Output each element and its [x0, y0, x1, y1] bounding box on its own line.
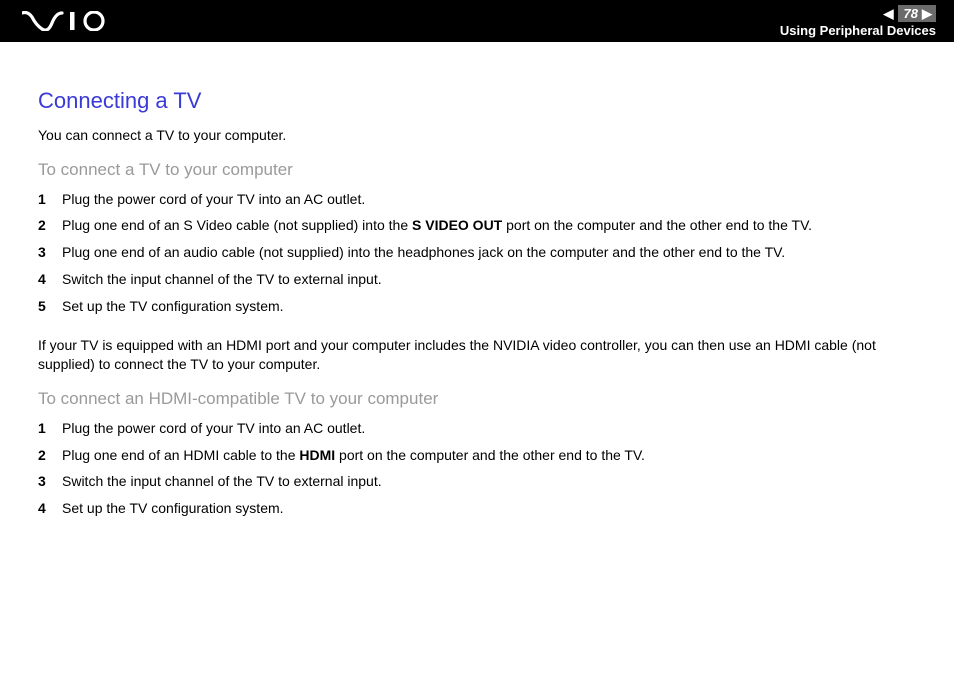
- section-name: Using Peripheral Devices: [780, 23, 936, 38]
- step-number: 2: [38, 446, 62, 465]
- hdmi-note: If your TV is equipped with an HDMI port…: [38, 336, 916, 374]
- step-item: 2Plug one end of an HDMI cable to the HD…: [38, 446, 916, 465]
- step-item: 2Plug one end of an S Video cable (not s…: [38, 216, 916, 235]
- step-number: 4: [38, 499, 62, 518]
- step-text: Set up the TV configuration system.: [62, 499, 916, 518]
- step-text: Switch the input channel of the TV to ex…: [62, 472, 916, 491]
- vaio-logo: [22, 11, 118, 31]
- step-number: 1: [38, 419, 62, 438]
- page-header: ◀ 78 ▶ Using Peripheral Devices: [0, 0, 954, 42]
- page-number: 78: [904, 6, 918, 21]
- page-content: Connecting a TV You can connect a TV to …: [0, 42, 954, 558]
- step-number: 4: [38, 270, 62, 289]
- step-item: 5Set up the TV configuration system.: [38, 297, 916, 316]
- page-number-box: 78 ▶: [898, 5, 936, 22]
- step-item: 3Switch the input channel of the TV to e…: [38, 472, 916, 491]
- step-number: 1: [38, 190, 62, 209]
- step-text: Plug the power cord of your TV into an A…: [62, 190, 916, 209]
- step-item: 3Plug one end of an audio cable (not sup…: [38, 243, 916, 262]
- step-number: 2: [38, 216, 62, 235]
- step-text: Plug the power cord of your TV into an A…: [62, 419, 916, 438]
- prev-page-arrow-icon[interactable]: ◀: [884, 7, 894, 20]
- step-text: Plug one end of an audio cable (not supp…: [62, 243, 916, 262]
- step-number: 5: [38, 297, 62, 316]
- step-text: Set up the TV configuration system.: [62, 297, 916, 316]
- step-item: 1Plug the power cord of your TV into an …: [38, 419, 916, 438]
- step-text: Plug one end of an S Video cable (not su…: [62, 216, 916, 235]
- step-text: Plug one end of an HDMI cable to the HDM…: [62, 446, 916, 465]
- page-nav: ◀ 78 ▶: [884, 5, 936, 22]
- page-title: Connecting a TV: [38, 86, 916, 116]
- step-text: Switch the input channel of the TV to ex…: [62, 270, 916, 289]
- steps-list-hdmi: 1Plug the power cord of your TV into an …: [38, 419, 916, 519]
- subheading-svideo: To connect a TV to your computer: [38, 159, 916, 182]
- step-item: 4Switch the input channel of the TV to e…: [38, 270, 916, 289]
- step-item: 4Set up the TV configuration system.: [38, 499, 916, 518]
- step-number: 3: [38, 472, 62, 491]
- next-page-arrow-icon[interactable]: ▶: [922, 7, 932, 20]
- header-right: ◀ 78 ▶ Using Peripheral Devices: [780, 5, 936, 38]
- step-number: 3: [38, 243, 62, 262]
- steps-list-svideo: 1Plug the power cord of your TV into an …: [38, 190, 916, 316]
- subheading-hdmi: To connect an HDMI-compatible TV to your…: [38, 388, 916, 411]
- step-item: 1Plug the power cord of your TV into an …: [38, 190, 916, 209]
- intro-paragraph: You can connect a TV to your computer.: [38, 126, 916, 145]
